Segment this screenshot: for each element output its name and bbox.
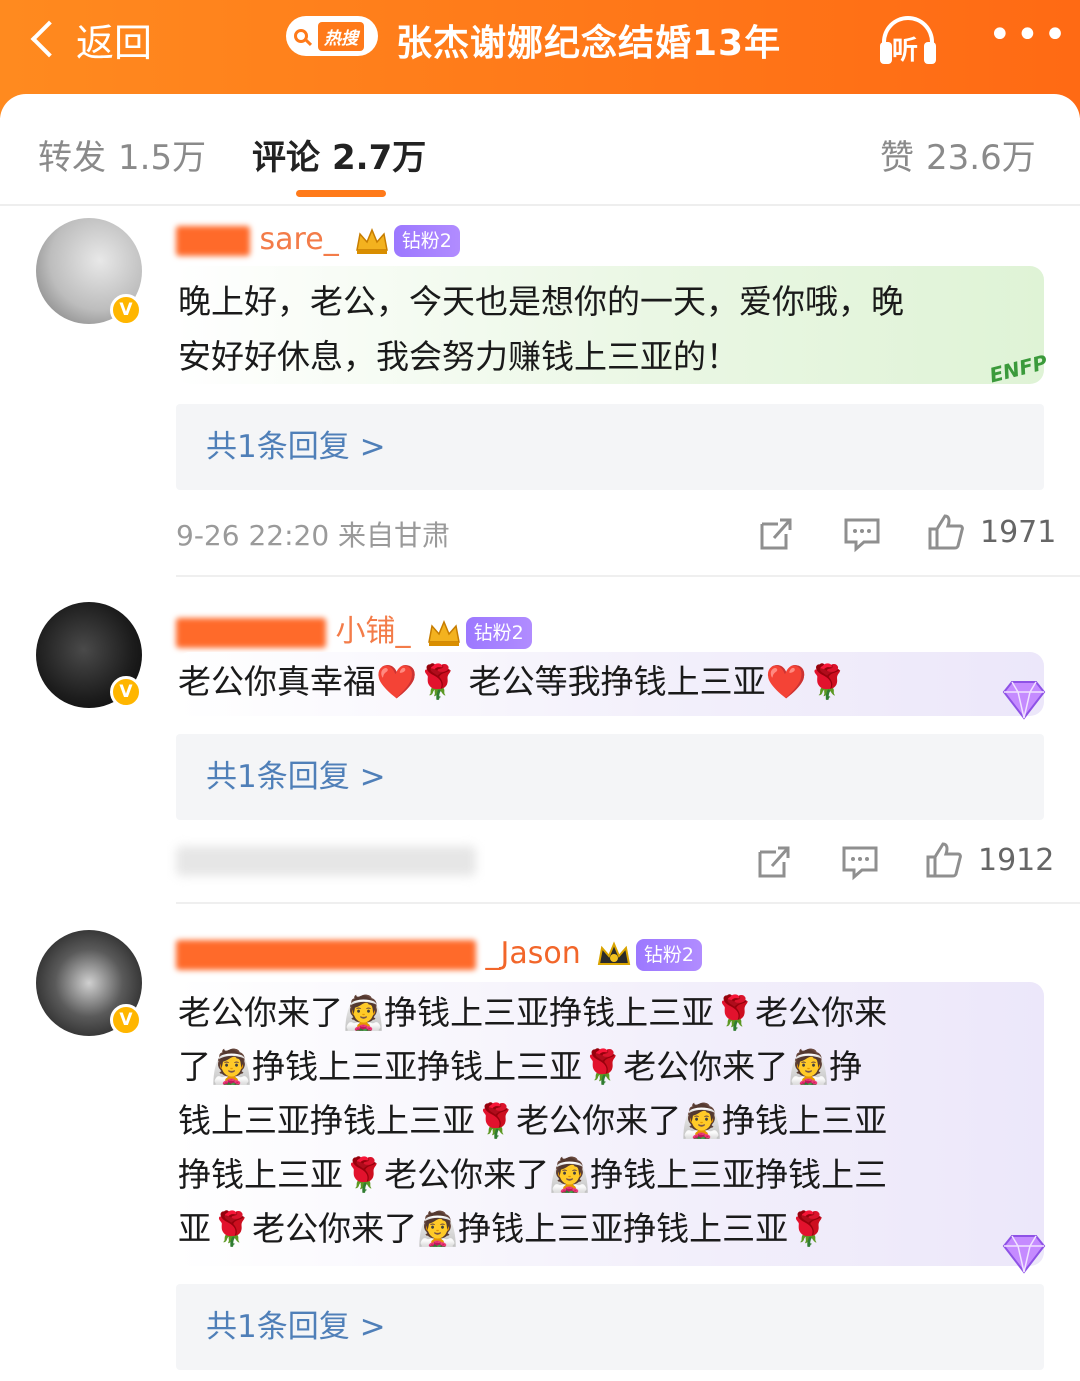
username[interactable]: 小铺_ 钻粉2 [176,606,532,650]
comment-bubble: 老公你来了👰挣钱上三亚挣钱上三亚🌹老公你来 了👰挣钱上三亚挣钱上三亚🌹老公你来了… [176,982,1044,1266]
back-button[interactable]: 返回 [28,12,152,66]
like-count: 1971 [980,514,1057,550]
comment-bubble: 老公你真幸福❤️🌹 老公等我挣钱上三亚❤️🌹 [176,652,1044,716]
verified-icon: V [110,676,142,708]
tab-likes[interactable]: 赞 23.6万 [880,130,1036,179]
diamond-icon [1002,1235,1046,1274]
tab-bar: 转发 1.5万 评论 2.7万 赞 23.6万 [0,94,1080,204]
view-replies-link[interactable]: 共1条回复 > [176,404,1044,490]
thumbs-up-icon [928,514,964,550]
repost-icon[interactable] [754,842,794,882]
hot-label: 热搜 [318,21,364,51]
username[interactable]: _Jason 钻粉2 [176,936,702,971]
repost-icon[interactable] [756,514,796,554]
crown-icon [598,940,631,965]
page-title: 张杰谢娜纪念结婚13年 [396,23,782,64]
verified-icon: V [110,294,142,326]
listen-button[interactable]: 听 [878,12,938,68]
fan-level-badge: 钻粉2 [393,224,460,257]
divider [0,204,1080,206]
like-button[interactable]: 1971 [926,512,1056,552]
tab-comments[interactable]: 评论 2.7万 [252,130,426,179]
like-count: 1912 [978,842,1055,878]
search-icon [294,29,308,43]
thumbs-up-icon [926,842,962,878]
divider [176,575,1080,577]
comment-meta-blurred [176,846,476,876]
like-button[interactable]: 1912 [924,840,1054,880]
diamond-icon [1002,681,1046,720]
verified-icon: V [110,1004,142,1036]
view-replies-link[interactable]: 共1条回复 > [176,734,1044,820]
comment-icon[interactable] [842,514,882,554]
crown-icon [428,619,460,646]
chevron-left-icon [30,20,68,58]
active-tab-indicator [296,190,386,197]
divider [176,902,1080,904]
hot-search-badge[interactable]: 热搜 [286,16,378,56]
crown-icon [356,227,389,254]
more-options-button[interactable]: ••• [988,15,1071,55]
tab-reposts[interactable]: 转发 1.5万 [38,130,206,179]
username[interactable]: sare_ 钻粉2 [176,222,460,257]
comment-bubble: 晚上好，老公，今天也是想你的一天，爱你哦，晚 安好好休息，我会努力赚钱上三亚的！ [176,266,1044,384]
comment-icon[interactable] [840,842,880,882]
comment-meta: 9-26 22:20 来自甘肃 [176,519,451,552]
back-label: 返回 [76,20,153,65]
view-replies-link[interactable]: 共1条回复 > [176,1284,1044,1370]
fan-level-badge: 钻粉2 [465,616,532,649]
fan-level-badge: 钻粉2 [635,938,702,971]
